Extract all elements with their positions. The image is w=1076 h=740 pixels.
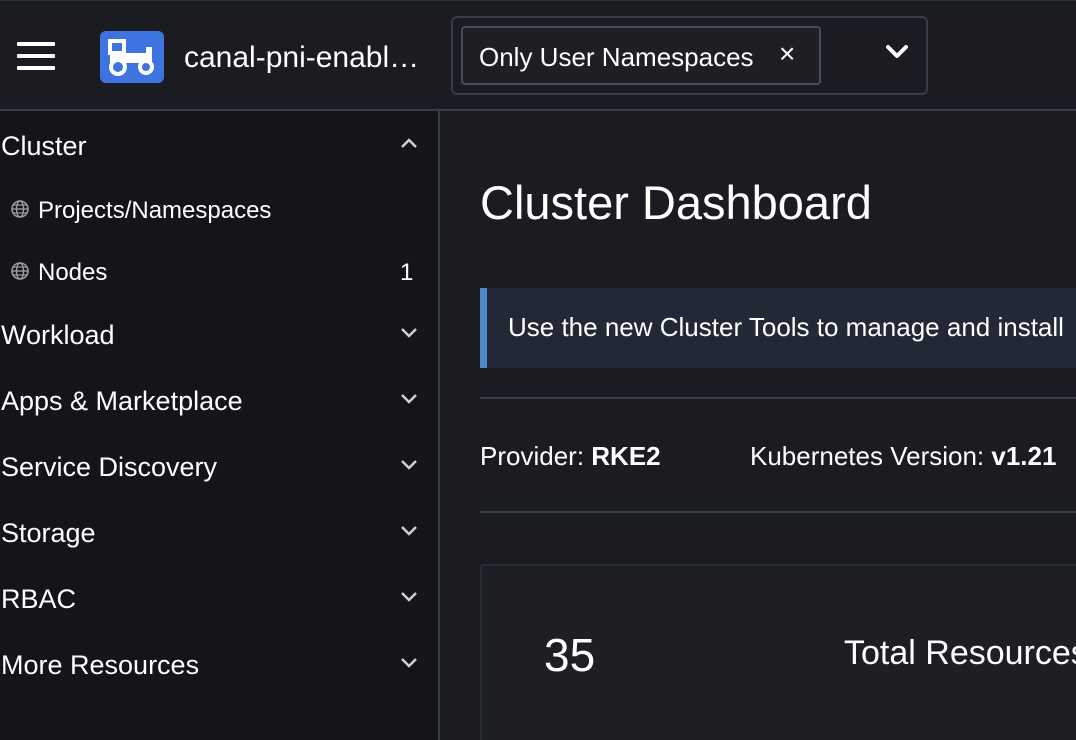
sidebar-item-label: Nodes: [38, 259, 108, 286]
sidebar-item-label: Projects/Namespaces: [38, 197, 272, 224]
sidebar-group-label: Service Discovery: [1, 452, 218, 482]
sidebar-group-label: Apps & Marketplace: [1, 386, 243, 416]
top-bar: canal-pni-enabl… Only User Namespaces ×: [0, 0, 1076, 111]
total-resources-label: Total Resources: [844, 634, 1076, 672]
total-resources-card[interactable]: 35 Total Resources: [480, 564, 1076, 740]
kubernetes-version-value: v1.21: [991, 441, 1057, 471]
sidebar-item-projects-namespaces[interactable]: Projects/Namespaces: [0, 185, 438, 235]
divider: [480, 397, 1076, 399]
sidebar-group-label: More Resources: [1, 650, 200, 680]
chevron-down-icon: [401, 394, 417, 404]
namespace-filter[interactable]: Only User Namespaces ×: [451, 16, 928, 95]
total-resources-count: 35: [544, 629, 596, 681]
sidebar-group-rbac[interactable]: RBAC: [0, 574, 438, 624]
info-banner-text: Use the new Cluster Tools to manage and …: [508, 312, 1064, 342]
chevron-down-icon: [401, 328, 417, 338]
sidebar-item-count: 1: [400, 259, 414, 286]
close-icon[interactable]: ×: [779, 38, 795, 70]
sidebar-group-label: RBAC: [1, 584, 77, 614]
sidebar-group-storage[interactable]: Storage: [0, 508, 438, 558]
page-title: Cluster Dashboard: [480, 176, 872, 229]
provider-value: RKE2: [591, 441, 661, 471]
chevron-down-icon: [401, 460, 417, 470]
sidebar-group-label: Cluster: [1, 131, 87, 161]
sidebar: Cluster Projects/Namespaces Nodes 1 Work…: [0, 111, 440, 740]
chevron-down-icon: [401, 592, 417, 602]
globe-icon: [11, 200, 29, 218]
info-banner: Use the new Cluster Tools to manage and …: [480, 288, 1076, 368]
sidebar-group-apps-marketplace[interactable]: Apps & Marketplace: [0, 376, 438, 426]
main-content: Cluster Dashboard Use the new Cluster To…: [440, 111, 1076, 740]
divider: [480, 511, 1076, 513]
sidebar-group-cluster[interactable]: Cluster: [0, 121, 438, 171]
sidebar-group-more-resources[interactable]: More Resources: [0, 640, 438, 690]
cluster-name[interactable]: canal-pni-enabl…: [184, 41, 434, 75]
chevron-down-icon[interactable]: [885, 44, 909, 60]
tractor-icon[interactable]: [100, 31, 164, 83]
sidebar-group-label: Storage: [1, 518, 96, 548]
sidebar-group-workload[interactable]: Workload: [0, 310, 438, 360]
namespace-filter-chip: Only User Namespaces ×: [461, 26, 821, 85]
kubernetes-version-label: Kubernetes Version:: [750, 441, 985, 471]
provider-label: Provider:: [480, 441, 585, 471]
chevron-down-icon: [401, 526, 417, 536]
provider-info: Provider: RKE2: [480, 441, 661, 472]
kubernetes-version-info: Kubernetes Version: v1.21: [750, 441, 1056, 472]
chevron-up-icon: [401, 138, 417, 148]
chevron-down-icon: [401, 658, 417, 668]
globe-icon: [11, 262, 29, 280]
sidebar-group-service-discovery[interactable]: Service Discovery: [0, 442, 438, 492]
sidebar-group-label: Workload: [1, 320, 115, 350]
sidebar-item-nodes[interactable]: Nodes 1: [0, 247, 438, 297]
namespace-filter-chip-label: Only User Namespaces: [479, 42, 754, 72]
hamburger-icon[interactable]: [17, 42, 55, 70]
